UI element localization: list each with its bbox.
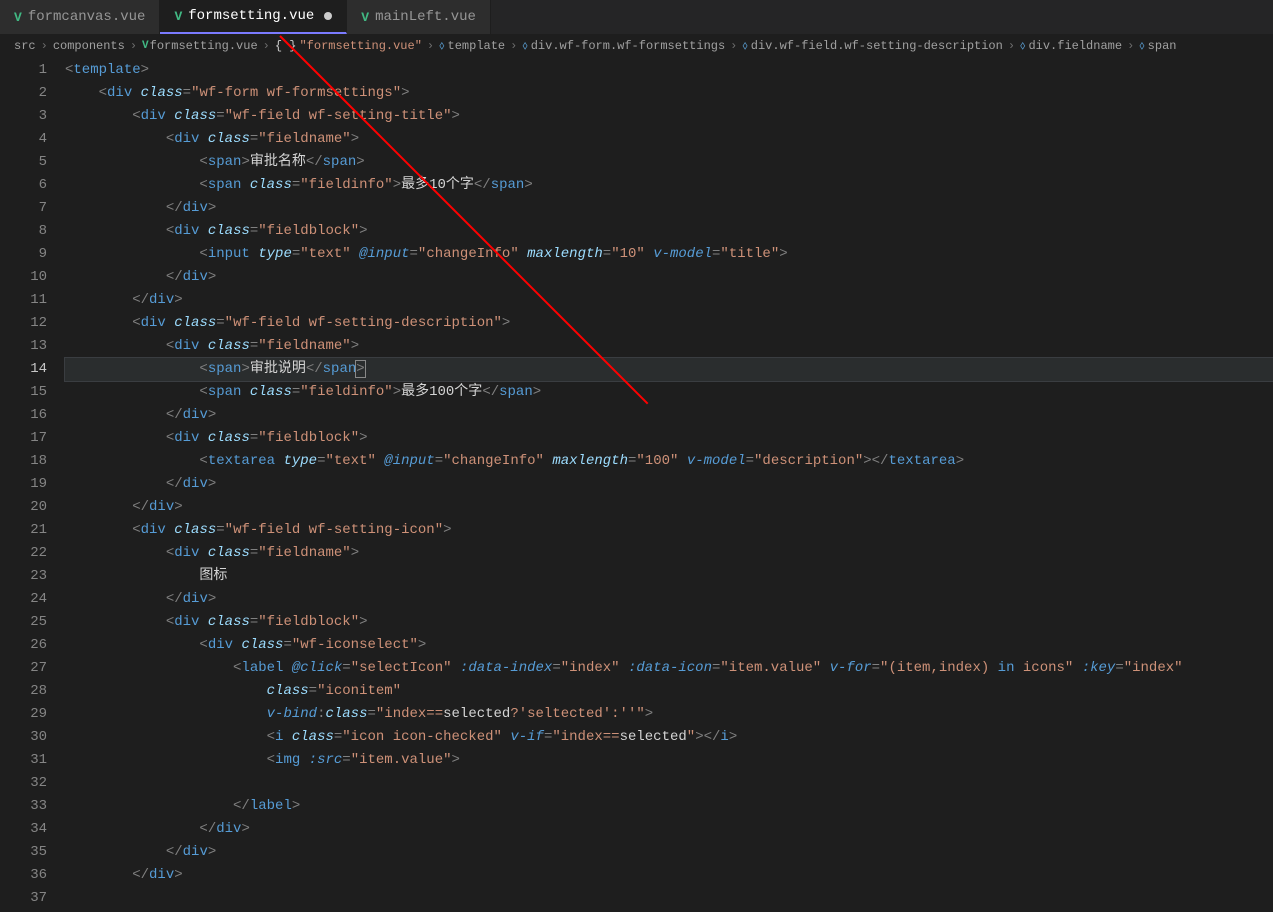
code-content[interactable]: <template> <div class="wf-form wf-formse… — [65, 57, 1273, 912]
vue-icon: V — [142, 40, 149, 52]
bc-item[interactable]: span — [1148, 39, 1177, 53]
bc-item[interactable]: template — [448, 39, 506, 53]
breadcrumb: src› components› V formsetting.vue› { } … — [0, 35, 1273, 57]
line-gutter: 1234567891011121314151617181920212223242… — [0, 57, 65, 912]
tag-icon: ⬨ — [1139, 39, 1144, 53]
bc-item[interactable]: div.wf-field.wf-setting-description — [751, 39, 1003, 53]
braces-icon: { } — [275, 39, 297, 53]
tag-icon: ⬨ — [742, 39, 747, 53]
tag-icon: ⬨ — [439, 39, 444, 53]
tab-label: formcanvas.vue — [28, 9, 146, 25]
bc-item[interactable]: src — [14, 39, 36, 53]
editor-area: 1234567891011121314151617181920212223242… — [0, 57, 1273, 912]
modified-indicator — [324, 12, 332, 20]
vue-icon: V — [361, 10, 369, 25]
bc-item[interactable]: formsetting.vue — [150, 39, 258, 53]
tag-icon: ⬨ — [1020, 39, 1025, 53]
bc-item[interactable]: "formsetting.vue" — [299, 39, 421, 53]
bc-item[interactable]: div.fieldname — [1028, 39, 1122, 53]
bc-item[interactable]: div.wf-form.wf-formsettings — [531, 39, 725, 53]
bc-item[interactable]: components — [53, 39, 125, 53]
tab-formcanvas[interactable]: V formcanvas.vue — [0, 0, 160, 34]
tab-mainleft[interactable]: V mainLeft.vue — [347, 0, 491, 34]
vue-icon: V — [14, 10, 22, 25]
tab-formsetting[interactable]: V formsetting.vue — [160, 0, 347, 34]
tag-icon: ⬨ — [522, 39, 527, 53]
tab-label: mainLeft.vue — [375, 9, 476, 25]
tab-bar: V formcanvas.vue V formsetting.vue V mai… — [0, 0, 1273, 35]
vue-icon: V — [174, 9, 182, 24]
tab-label: formsetting.vue — [188, 8, 314, 24]
